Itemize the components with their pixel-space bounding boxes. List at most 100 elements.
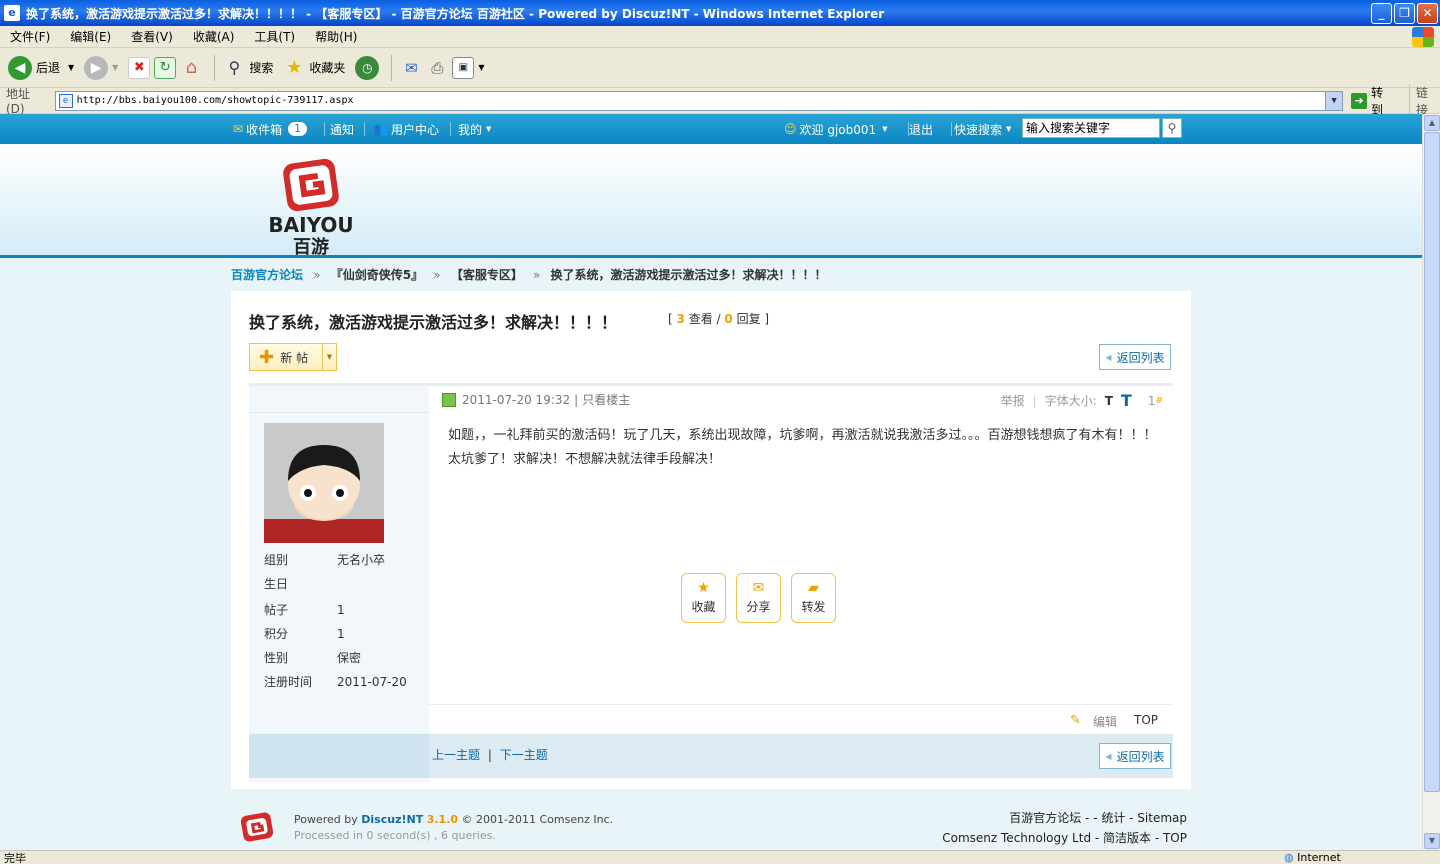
search-submit-icon[interactable]: ⚲ [1162, 118, 1182, 138]
menu-view[interactable]: 查看(V) [121, 28, 183, 45]
more-dropdown-icon[interactable]: ▼ [478, 63, 484, 72]
logout-link[interactable]: 退出 [909, 121, 933, 138]
history-icon[interactable]: ◷ [355, 55, 380, 80]
floor-mark: # [1155, 395, 1163, 406]
views-count: 3 [676, 312, 685, 326]
users-icon: 👥 [373, 122, 388, 136]
maximize-button[interactable]: ❐ [1394, 3, 1415, 24]
share-action-button[interactable]: ✉ 分享 [736, 573, 781, 623]
breadcrumb-sep: » [433, 268, 441, 282]
edit-page-icon[interactable]: ▣ [452, 56, 475, 79]
zone-label: Internet [1297, 851, 1341, 864]
minimize-button[interactable]: _ [1371, 3, 1392, 24]
quick-search-menu[interactable]: 快速搜索 ▼ [954, 121, 1011, 138]
envelope-icon: ✉ [233, 122, 244, 136]
close-button[interactable]: ✕ [1417, 3, 1438, 24]
windows-logo-icon [1412, 27, 1434, 47]
favorite-action-button[interactable]: ★ 收藏 [681, 573, 726, 623]
envelope-icon: ✉ [752, 580, 765, 596]
discuz-link[interactable]: Discuz!NT [361, 813, 423, 826]
user-icon: ☺ [784, 122, 797, 136]
user-field-label: 生日 [264, 577, 289, 591]
back-to-list-button-bottom[interactable]: ◀ 返回列表 [1099, 743, 1171, 769]
breadcrumb-subforum[interactable]: 【客服专区】 [451, 268, 523, 282]
user-center-label: 用户中心 [390, 122, 439, 137]
inbox-count-badge: 1 [288, 122, 308, 136]
chevron-down-icon: ▼ [1006, 125, 1012, 133]
thread-panel: 换了系统，激活游戏提示激活过多！求解决！！！！ [ 3 查看 / 0 回复 ] … [231, 291, 1191, 789]
user-field-value: 保密 [337, 651, 362, 665]
top-link[interactable]: TOP [1134, 713, 1158, 727]
favorites-label: 收藏夹 [309, 61, 346, 75]
print-icon[interactable]: ⎙ [426, 57, 448, 79]
scroll-down-icon[interactable]: ▼ [1424, 833, 1440, 849]
chevron-down-icon[interactable]: ▼ [322, 344, 336, 370]
menu-file[interactable]: 文件(F) [0, 28, 60, 45]
breadcrumb-home[interactable]: 百游官方论坛 [231, 268, 303, 282]
search-button[interactable]: ⚲ 搜索 [223, 57, 273, 79]
forward-action-label: 转发 [801, 600, 826, 614]
links-button[interactable]: 链接 [1409, 83, 1440, 118]
plus-icon: ✚ [259, 346, 275, 368]
share-action-label: 分享 [746, 600, 771, 614]
chevron-left-icon: ◀ [1105, 751, 1112, 761]
refresh-icon[interactable]: ↻ [154, 56, 177, 79]
go-button[interactable]: 转到 [1371, 84, 1395, 118]
user-center-link[interactable]: 👥 用户中心 [373, 121, 439, 138]
menu-edit[interactable]: 编辑(E) [60, 28, 121, 45]
quick-search-label: 快速搜索 [954, 122, 1003, 137]
baiyou-logo[interactable]: BAIYOU 百游 [255, 147, 367, 255]
favorites-button[interactable]: ★ 收藏夹 [283, 57, 345, 79]
forward-action-button[interactable]: ▰ 转发 [791, 573, 836, 623]
menu-help[interactable]: 帮助(H) [305, 28, 367, 45]
thread-nav-row: 上一主题 | 下一主题 ◀ 返回列表 [249, 734, 1173, 778]
floor-number[interactable]: 1 [1148, 394, 1156, 408]
back-to-list-button[interactable]: ◀ 返回列表 [1099, 344, 1171, 370]
mine-menu[interactable]: 我的 ▼ [458, 121, 491, 138]
only-author-link[interactable]: 只看楼主 [582, 391, 630, 408]
user-field-value: 1 [337, 603, 345, 617]
address-dropdown-icon[interactable]: ▼ [1325, 91, 1343, 110]
address-field[interactable]: e http://bbs.baiyou100.com/showtopic-739… [54, 90, 1344, 111]
footer-left: Powered by Discuz!NT 3.1.0 © 2001-2011 C… [294, 812, 613, 844]
forward-button[interactable]: ▶ ▼ [84, 55, 118, 80]
post: 组别 无名小卒 生日 帖子 1 积分 1 性别 保密 注册时间 2011-07-… [249, 383, 1173, 782]
address-label: 地址(D) [6, 87, 31, 116]
user-field-label: 组别 [264, 553, 289, 567]
menu-tools[interactable]: 工具(T) [244, 28, 305, 45]
welcome-user[interactable]: ☺ 欢迎 gjob001 ▼ [784, 121, 888, 138]
notice-link[interactable]: 通知 [330, 121, 354, 138]
menu-favorites[interactable]: 收藏(A) [183, 28, 245, 45]
toolbar-separator [214, 54, 216, 81]
font-large-button[interactable]: T [1121, 391, 1132, 410]
post-tools: 举报 | 字体大小: T T 1 # [1000, 391, 1163, 410]
scroll-thumb[interactable] [1424, 132, 1440, 792]
footer-links[interactable]: 百游官方论坛 - - 统计 - Sitemap [942, 808, 1187, 828]
prev-topic-link[interactable]: 上一主题 [432, 748, 480, 762]
user-field-label: 帖子 [264, 603, 289, 617]
inbox-link[interactable]: ✉ 收件箱 1 [233, 121, 308, 138]
mail-icon[interactable]: ✉ [400, 57, 422, 79]
avatar[interactable] [264, 423, 384, 543]
new-post-button[interactable]: ✚ 新帖 ▼ [249, 343, 337, 371]
report-link[interactable]: 举报 [1001, 392, 1025, 409]
post-datetime: 2011-07-20 19:32 [462, 392, 571, 407]
home-icon[interactable]: ⌂ [180, 57, 202, 79]
font-small-button[interactable]: T [1105, 394, 1113, 408]
breadcrumb-forum[interactable]: 『仙剑奇侠传5』 [331, 268, 423, 282]
post-body: 如题，，一礼拜前买的激活码！玩了几天，系统出现故障，坑爹啊，再激活就说我激活多过… [448, 428, 1157, 467]
next-topic-link[interactable]: 下一主题 [500, 748, 548, 762]
back-button[interactable]: ◀ 后退 ▼ [8, 55, 74, 80]
back-to-list-label: 返回列表 [1116, 749, 1165, 764]
search-input[interactable]: 输入搜索关键字 [1022, 118, 1160, 138]
address-url: http://bbs.baiyou100.com/showtopic-73911… [76, 95, 354, 106]
go-arrow-icon[interactable]: ➜ [1351, 92, 1368, 109]
page-footer: Powered by Discuz!NT 3.1.0 © 2001-2011 C… [0, 784, 1422, 850]
scroll-up-icon[interactable]: ▲ [1424, 115, 1440, 131]
vertical-scrollbar[interactable]: ▲ ▼ [1422, 114, 1440, 850]
footer-logo-icon [240, 812, 274, 842]
mine-label: 我的 [458, 122, 483, 137]
footer-company[interactable]: Comsenz Technology Ltd - 简洁版本 - TOP [942, 828, 1187, 848]
edit-link[interactable]: 编辑 [1093, 713, 1117, 730]
stop-icon[interactable]: ✖ [128, 56, 151, 79]
